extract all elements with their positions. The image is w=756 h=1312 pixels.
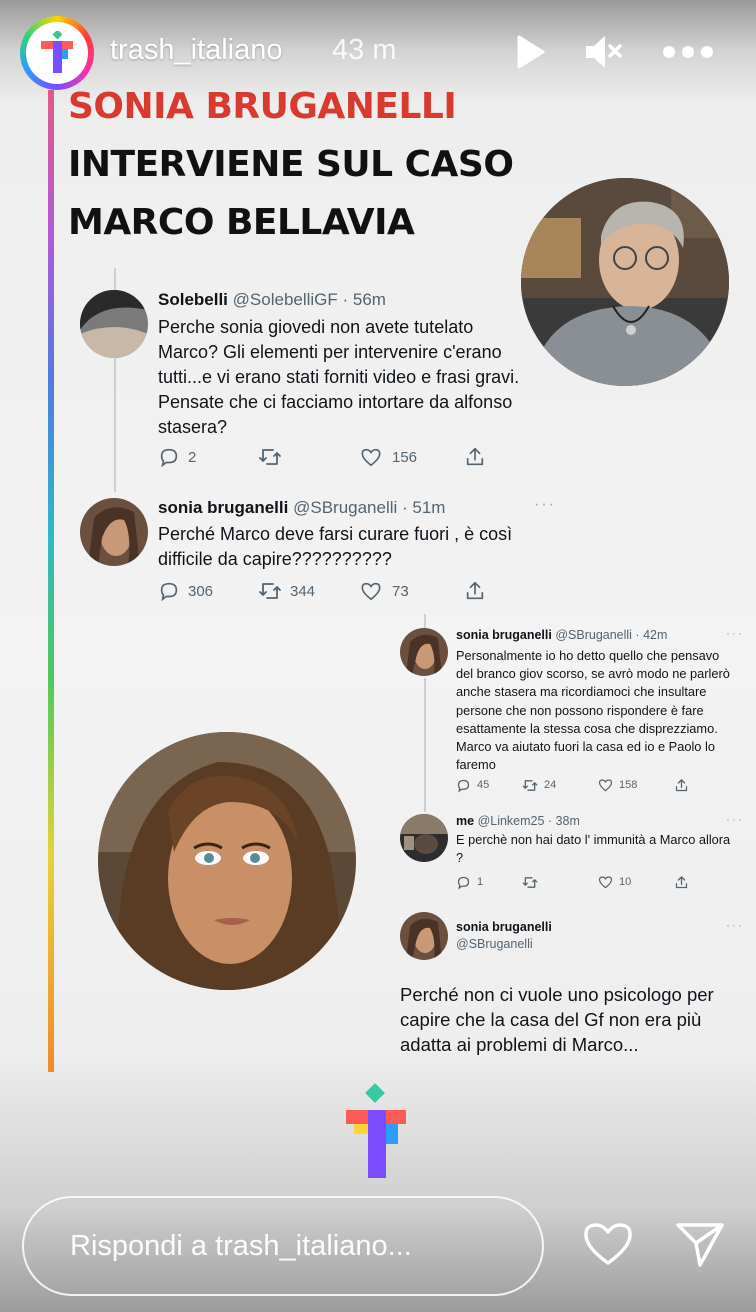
share-button[interactable] [464, 446, 486, 468]
avatar[interactable] [80, 498, 148, 566]
retweet-icon [259, 583, 281, 599]
reply-button[interactable]: 306 [158, 580, 258, 602]
avatar[interactable] [80, 290, 148, 358]
tweet-handle: @SBruganelli · 42m [555, 628, 668, 642]
tweet-actions: 45 24 158 [456, 776, 696, 794]
more-options-button[interactable]: ··· [726, 626, 744, 640]
reply-icon [160, 582, 178, 602]
trash-italiano-logo-icon [346, 1082, 408, 1182]
tweet-actions: 2 156 [158, 444, 488, 470]
story-header: trash_italiano 43 m [0, 0, 756, 100]
share-icon [466, 447, 484, 466]
retweet-icon [522, 876, 538, 888]
avatar[interactable] [400, 628, 448, 676]
tweet-handle: @SolebelliGF · 56m [232, 290, 386, 309]
rainbow-divider [48, 90, 54, 1072]
reply-icon [457, 876, 470, 890]
tweet-handle: @SBruganelli [456, 937, 533, 951]
tweet-text: Perché non ci vuole uno psicologo per ca… [400, 984, 714, 1055]
tweet-actions: 1 10 [456, 873, 696, 891]
heart-icon [598, 876, 613, 889]
reply-button[interactable]: 2 [158, 446, 258, 468]
reply-icon [160, 448, 178, 468]
more-options-button[interactable]: ··· [726, 812, 744, 826]
tweet-author: sonia bruganelli @SBruganelli · 51m [158, 498, 446, 517]
heart-icon[interactable] [580, 1216, 636, 1272]
tweet-actions: 306 344 73 [158, 578, 488, 604]
reply-button[interactable]: 1 [456, 875, 522, 890]
like-button[interactable]: 10 [598, 875, 674, 889]
avatar[interactable] [400, 814, 448, 862]
more-options-button[interactable]: ··· [726, 918, 744, 932]
speaker-muted-icon[interactable] [582, 30, 626, 74]
headline-line-1: SONIA BRUGANELLI [68, 86, 457, 127]
retweet-button[interactable] [522, 875, 598, 890]
retweet-icon [522, 779, 538, 791]
share-button[interactable] [674, 778, 689, 793]
reply-icon [457, 779, 470, 793]
more-icon[interactable] [660, 30, 716, 74]
thread-line [424, 614, 426, 628]
tweet-author: sonia bruganelli @SBruganelli · 42m [456, 628, 668, 642]
heart-icon [598, 779, 613, 792]
avatar[interactable] [400, 912, 448, 960]
tweet-handle: @Linkem25 · 38m [477, 814, 580, 828]
like-button[interactable]: 158 [598, 778, 674, 792]
sonia-bruganelli-photo [98, 732, 356, 990]
tweet-text: E perchè non hai dato l' immunità a Marc… [456, 832, 731, 866]
headline-line-3: MARCO BELLAVIA [68, 202, 415, 243]
share-icon [675, 875, 688, 888]
more-options-button[interactable]: ··· [534, 496, 556, 514]
share-button[interactable] [464, 580, 486, 602]
tweet-author: Solebelli @SolebelliGF · 56m [158, 290, 386, 309]
retweet-icon [259, 449, 281, 465]
heart-icon [361, 448, 381, 467]
reply-button[interactable]: 45 [456, 778, 522, 793]
share-button[interactable] [674, 875, 689, 890]
thread-line [114, 358, 116, 492]
retweet-button[interactable] [258, 446, 360, 468]
story-username[interactable]: trash_italiano [110, 34, 283, 67]
tweet-text: Personalmente io ho detto quello che pen… [456, 648, 730, 773]
tweet-author: sonia bruganelli [456, 920, 552, 934]
reply-placeholder: Rispondi a trash_italiano... [70, 1229, 412, 1262]
tweet-text: Perche sonia giovedi non avete tutelato … [158, 317, 520, 437]
thread-line [424, 678, 426, 812]
tweet-author: me @Linkem25 · 38m [456, 814, 580, 828]
trash-italiano-logo [26, 22, 88, 84]
marco-bellavia-photo [521, 178, 729, 386]
like-button[interactable]: 156 [360, 447, 464, 467]
reply-input[interactable]: Rispondi a trash_italiano... [22, 1196, 544, 1296]
thread-line [114, 268, 116, 290]
like-button[interactable]: 73 [360, 581, 464, 601]
retweet-button[interactable]: 344 [258, 580, 360, 602]
headline-line-2: INTERVIENE SUL CASO [68, 144, 514, 185]
send-icon[interactable] [672, 1216, 728, 1272]
share-icon [675, 778, 688, 791]
story-avatar[interactable] [20, 16, 94, 90]
story-time: 43 m [332, 34, 397, 66]
heart-icon [361, 582, 381, 601]
play-icon[interactable] [508, 30, 552, 74]
retweet-button[interactable]: 24 [522, 778, 598, 793]
share-icon [466, 581, 484, 600]
tweet-handle: @SBruganelli · 51m [293, 498, 446, 517]
tweet-text: Perché Marco deve farsi curare fuori , è… [158, 524, 513, 569]
